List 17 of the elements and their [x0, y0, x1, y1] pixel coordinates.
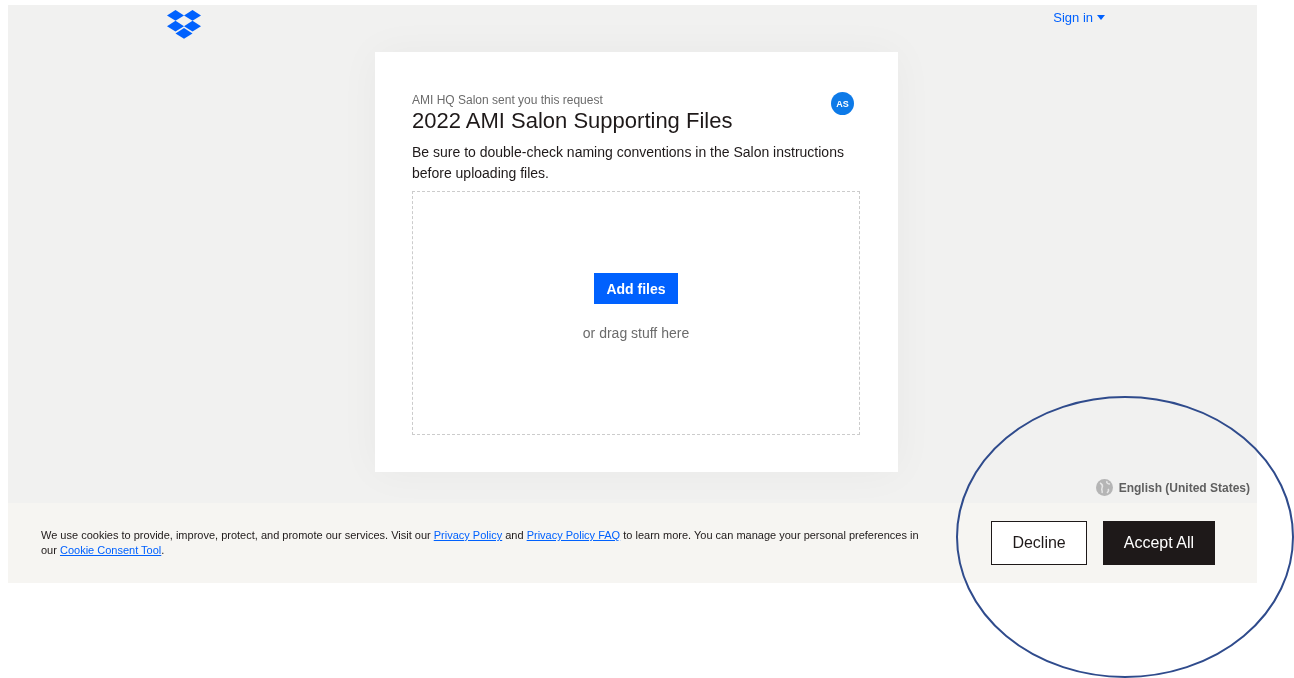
add-files-button[interactable]: Add files	[594, 273, 678, 304]
globe-icon	[1095, 479, 1113, 496]
request-description: Be sure to double-check naming conventions in the Salon instructions before uploading files.	[412, 143, 845, 183]
sign-in-link[interactable]: Sign in	[1053, 10, 1105, 25]
accept-button[interactable]: Accept All	[1102, 521, 1215, 565]
policy-link[interactable]: Privacy Policy FAQ	[526, 529, 621, 541]
dropbox-logo[interactable]	[167, 10, 201, 40]
cookie-notice: We use cookies to provide, improve, protect, and promote our services. Visit our Privacy Policy and Privacy Policy FAQ to learn more. You can manage your personal preferences in our Cookie Consent Tool.	[41, 528, 920, 558]
avatar: AS	[831, 92, 854, 115]
policy-link[interactable]: Privacy Policy	[433, 529, 503, 541]
drop-zone[interactable]: Add files or drag stuff here	[412, 191, 860, 435]
language-selector[interactable]: English (United States)	[1095, 479, 1250, 496]
drop-hint: or drag stuff here	[582, 325, 690, 341]
sender-text: AMI HQ Salon sent you this request	[412, 93, 603, 107]
request-title: 2022 AMI Salon Supporting Files	[412, 108, 734, 134]
decline-button[interactable]: Decline	[991, 521, 1087, 565]
caret-icon	[1097, 15, 1105, 20]
